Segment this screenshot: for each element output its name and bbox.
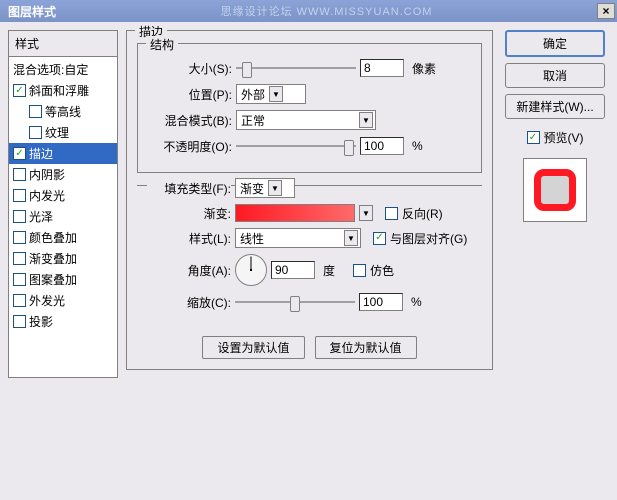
style-checkbox[interactable] — [13, 231, 26, 244]
style-item-label: 描边 — [29, 145, 53, 162]
gradient-swatch[interactable] — [235, 204, 355, 222]
styles-list-panel: 样式 混合选项:自定 斜面和浮雕等高线纹理描边内阴影内发光光泽颜色叠加渐变叠加图… — [8, 30, 118, 378]
style-checkbox[interactable] — [13, 84, 26, 97]
style-item-label: 斜面和浮雕 — [29, 82, 89, 99]
fill-group: 填充类型(F): 渐变 ▼ 渐变: ▼ 反向(R) 样式(L): — [137, 185, 482, 328]
filltype-label: 填充类型(F): — [147, 180, 231, 197]
opacity-label: 不透明度(O): — [148, 138, 232, 155]
chevron-down-icon: ▼ — [269, 86, 283, 102]
chevron-down-icon: ▼ — [344, 230, 358, 246]
position-dropdown[interactable]: 外部 ▼ — [236, 84, 306, 104]
style-item-label: 外发光 — [29, 292, 65, 309]
preview-checkbox[interactable] — [527, 131, 540, 144]
style-item[interactable]: 渐变叠加 — [9, 248, 117, 269]
filltype-value: 渐变 — [240, 180, 264, 197]
size-slider[interactable] — [236, 58, 356, 78]
opacity-unit: % — [412, 139, 423, 153]
style-item-label: 内发光 — [29, 187, 65, 204]
style-checkbox[interactable] — [13, 252, 26, 265]
preview-label: 预览(V) — [544, 129, 584, 146]
style-checkbox[interactable] — [29, 126, 42, 139]
reset-default-button[interactable]: 复位为默认值 — [315, 336, 417, 359]
angle-dial[interactable] — [235, 254, 267, 286]
style-checkbox[interactable] — [13, 168, 26, 181]
chevron-down-icon: ▼ — [268, 180, 282, 196]
reverse-label: 反向(R) — [402, 205, 443, 222]
style-item-label: 图案叠加 — [29, 271, 77, 288]
ok-button[interactable]: 确定 — [505, 30, 605, 57]
style-item[interactable]: 投影 — [9, 311, 117, 332]
size-unit: 像素 — [412, 60, 436, 77]
preview-shape — [534, 169, 576, 211]
gradient-label: 渐变: — [147, 205, 231, 222]
style-item[interactable]: 图案叠加 — [9, 269, 117, 290]
angle-unit: 度 — [323, 262, 335, 279]
style-item[interactable]: 光泽 — [9, 206, 117, 227]
align-label: 与图层对齐(G) — [390, 230, 467, 247]
style-item[interactable]: 斜面和浮雕 — [9, 80, 117, 101]
style-item-label: 颜色叠加 — [29, 229, 77, 246]
blend-mode-label: 混合模式(B): — [148, 112, 232, 129]
angle-input[interactable] — [271, 261, 315, 279]
style-item-label: 内阴影 — [29, 166, 65, 183]
opacity-input[interactable] — [360, 137, 404, 155]
scale-input[interactable] — [359, 293, 403, 311]
stroke-group: 描边 结构 大小(S): 像素 位置(P): 外部 ▼ 混 — [126, 30, 493, 370]
styles-header[interactable]: 样式 — [9, 31, 117, 57]
close-icon: × — [602, 4, 609, 18]
style-item[interactable]: 描边 — [9, 143, 117, 164]
new-style-button[interactable]: 新建样式(W)... — [505, 94, 605, 119]
position-label: 位置(P): — [148, 86, 232, 103]
dialog-title: 图层样式 — [2, 3, 56, 20]
style-checkbox[interactable] — [13, 315, 26, 328]
style-item-label: 纹理 — [45, 124, 69, 141]
style-checkbox[interactable] — [13, 189, 26, 202]
gradient-picker-arrow[interactable]: ▼ — [359, 205, 373, 221]
style-value: 线性 — [240, 230, 340, 247]
size-label: 大小(S): — [148, 60, 232, 77]
reverse-checkbox[interactable] — [385, 207, 398, 220]
structure-label: 结构 — [146, 36, 178, 53]
style-item[interactable]: 内阴影 — [9, 164, 117, 185]
blend-mode-value: 正常 — [241, 112, 355, 129]
position-value: 外部 — [241, 86, 265, 103]
filltype-dropdown[interactable]: 渐变 ▼ — [235, 178, 295, 198]
set-default-button[interactable]: 设置为默认值 — [202, 336, 304, 359]
style-checkbox[interactable] — [13, 273, 26, 286]
scale-unit: % — [411, 295, 422, 309]
style-item[interactable]: 颜色叠加 — [9, 227, 117, 248]
size-input[interactable] — [360, 59, 404, 77]
chevron-down-icon: ▼ — [359, 112, 373, 128]
blend-options-item[interactable]: 混合选项:自定 — [9, 59, 117, 80]
style-checkbox[interactable] — [13, 210, 26, 223]
blend-mode-dropdown[interactable]: 正常 ▼ — [236, 110, 376, 130]
style-item[interactable]: 等高线 — [9, 101, 117, 122]
style-checkbox[interactable] — [13, 147, 26, 160]
preview-box — [523, 158, 587, 222]
angle-label: 角度(A): — [147, 262, 231, 279]
dither-label: 仿色 — [370, 262, 394, 279]
style-checkbox[interactable] — [29, 105, 42, 118]
opacity-slider[interactable] — [236, 136, 356, 156]
style-checkbox[interactable] — [13, 294, 26, 307]
style-item[interactable]: 内发光 — [9, 185, 117, 206]
structure-group: 结构 大小(S): 像素 位置(P): 外部 ▼ 混合模式(B): — [137, 43, 482, 173]
style-item[interactable]: 纹理 — [9, 122, 117, 143]
dither-checkbox[interactable] — [353, 264, 366, 277]
style-item-label: 光泽 — [29, 208, 53, 225]
style-item-label: 投影 — [29, 313, 53, 330]
style-item-label: 等高线 — [45, 103, 81, 120]
cancel-button[interactable]: 取消 — [505, 63, 605, 88]
watermark: 思缘设计论坛 WWW.MISSYUAN.COM — [221, 3, 433, 19]
align-checkbox[interactable] — [373, 232, 386, 245]
style-item-label: 渐变叠加 — [29, 250, 77, 267]
scale-label: 缩放(C): — [147, 294, 231, 311]
style-item[interactable]: 外发光 — [9, 290, 117, 311]
scale-slider[interactable] — [235, 292, 355, 312]
style-dropdown[interactable]: 线性 ▼ — [235, 228, 361, 248]
style-label: 样式(L): — [147, 230, 231, 247]
close-button[interactable]: × — [597, 3, 615, 19]
